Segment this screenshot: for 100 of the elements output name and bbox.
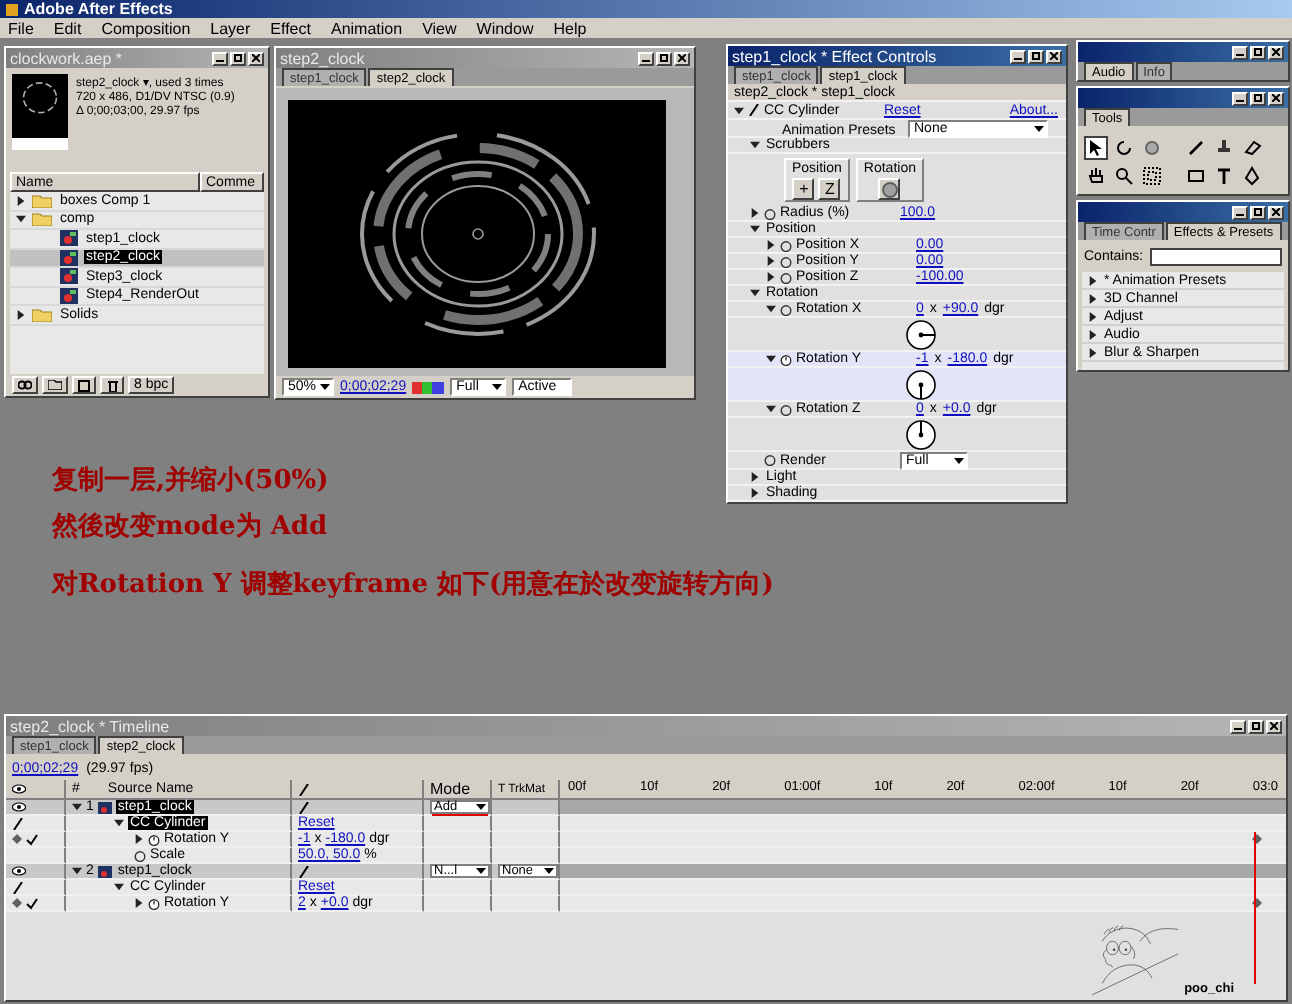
find-button[interactable] bbox=[12, 376, 38, 394]
disclosure-triangle[interactable] bbox=[734, 105, 744, 115]
stopwatch-icon[interactable] bbox=[780, 403, 792, 415]
eye-icon[interactable] bbox=[12, 784, 26, 794]
stopwatch-icon[interactable] bbox=[764, 454, 776, 466]
text-icon bbox=[1214, 166, 1234, 186]
menu-item[interactable]: Window bbox=[476, 19, 534, 37]
menu-item[interactable]: Animation bbox=[330, 19, 403, 37]
checkmark-icon[interactable] bbox=[26, 897, 38, 909]
menu-item[interactable]: Layer bbox=[210, 19, 251, 37]
scrubber-key[interactable]: + bbox=[792, 178, 815, 200]
stopwatch-icon[interactable] bbox=[780, 255, 792, 267]
hand-icon bbox=[1086, 166, 1106, 186]
maximize-button[interactable] bbox=[1028, 49, 1044, 63]
stopwatch-active-icon[interactable] bbox=[148, 897, 160, 909]
minimize-button[interactable] bbox=[1230, 719, 1246, 733]
brush-tool[interactable] bbox=[1184, 136, 1208, 160]
maximize-button[interactable] bbox=[656, 51, 672, 65]
close-button[interactable] bbox=[1268, 91, 1284, 105]
color-channels-icon[interactable] bbox=[412, 381, 445, 393]
checkmark-icon[interactable] bbox=[26, 833, 38, 845]
stopwatch-icon[interactable] bbox=[780, 239, 792, 251]
maximize-button[interactable] bbox=[1250, 205, 1266, 219]
new-folder-button[interactable] bbox=[42, 376, 68, 394]
composition-icon bbox=[60, 268, 78, 285]
caret-icon bbox=[476, 868, 486, 874]
close-button[interactable] bbox=[1268, 205, 1284, 219]
disclosure-triangle[interactable] bbox=[766, 404, 776, 414]
close-button[interactable] bbox=[248, 51, 264, 65]
disclosure-triangle[interactable] bbox=[766, 272, 776, 282]
disclosure-triangle[interactable] bbox=[766, 240, 776, 250]
eye-icon[interactable] bbox=[12, 802, 26, 812]
menu-item[interactable]: File bbox=[8, 19, 34, 37]
effect-switch-icon[interactable] bbox=[12, 881, 24, 893]
stopwatch-active-icon[interactable] bbox=[780, 353, 792, 365]
zoom-icon bbox=[1114, 166, 1134, 186]
annotation-text: 对Rotation Y 调整keyframe 如下(用意在於改变旋转方向) bbox=[52, 568, 774, 602]
zoom-tool[interactable] bbox=[1112, 164, 1136, 188]
disclosure-triangle[interactable] bbox=[750, 472, 760, 482]
scrubber-key[interactable]: Z bbox=[818, 178, 841, 200]
arrow-tool[interactable] bbox=[1084, 136, 1108, 160]
pen-tool[interactable] bbox=[1240, 164, 1264, 188]
stopwatch-icon[interactable] bbox=[134, 849, 146, 861]
disclosure-triangle[interactable] bbox=[16, 214, 26, 225]
maximize-button[interactable] bbox=[1250, 91, 1266, 105]
delete-button[interactable] bbox=[100, 376, 124, 394]
disclosure-triangle[interactable] bbox=[16, 195, 26, 206]
rectangle-tool[interactable] bbox=[1184, 164, 1208, 188]
text-tool[interactable] bbox=[1212, 164, 1236, 188]
disclosure-triangle[interactable] bbox=[750, 224, 760, 234]
menu-item[interactable]: Edit bbox=[53, 19, 82, 37]
rotate-tool[interactable] bbox=[1112, 136, 1136, 160]
angle-dial[interactable] bbox=[906, 319, 936, 349]
minimize-button[interactable] bbox=[1232, 45, 1248, 59]
stopwatch-icon[interactable] bbox=[764, 207, 776, 219]
close-button[interactable] bbox=[1046, 49, 1062, 63]
menu-item[interactable]: Help bbox=[553, 19, 587, 37]
stopwatch-active-icon[interactable] bbox=[148, 833, 160, 845]
disclosure-triangle[interactable] bbox=[750, 488, 760, 498]
close-button[interactable] bbox=[1266, 719, 1282, 733]
effect-switch-icon[interactable] bbox=[298, 865, 310, 877]
minimize-button[interactable] bbox=[1010, 49, 1026, 63]
maximize-button[interactable] bbox=[230, 51, 246, 65]
minimize-button[interactable] bbox=[638, 51, 654, 65]
arrow-icon bbox=[1086, 138, 1106, 158]
eye-icon[interactable] bbox=[12, 866, 26, 876]
disclosure-triangle[interactable] bbox=[750, 288, 760, 298]
rotation-scrubber[interactable] bbox=[878, 178, 901, 200]
effect-switch-icon[interactable] bbox=[748, 104, 760, 116]
hand-tool[interactable] bbox=[1084, 164, 1108, 188]
disclosure-triangle[interactable] bbox=[766, 256, 776, 266]
maximize-button[interactable] bbox=[1248, 719, 1264, 733]
disclosure-triangle[interactable] bbox=[72, 802, 82, 812]
stopwatch-icon[interactable] bbox=[780, 303, 792, 315]
minimize-button[interactable] bbox=[1232, 205, 1248, 219]
maximize-button[interactable] bbox=[1250, 45, 1266, 59]
search-field[interactable] bbox=[1149, 248, 1282, 266]
close-button[interactable] bbox=[1268, 45, 1284, 59]
menu-item[interactable]: Composition bbox=[101, 19, 191, 37]
angle-dial[interactable] bbox=[906, 419, 936, 449]
close-button[interactable] bbox=[674, 51, 690, 65]
minimize-button[interactable] bbox=[212, 51, 228, 65]
eraser-tool[interactable] bbox=[1240, 136, 1264, 160]
minimize-button[interactable] bbox=[1232, 91, 1248, 105]
menu-item[interactable]: View bbox=[422, 19, 457, 37]
pen-icon bbox=[1242, 166, 1262, 186]
menu-item[interactable]: Effect bbox=[270, 19, 311, 37]
disclosure-triangle[interactable] bbox=[72, 866, 82, 876]
stopwatch-icon[interactable] bbox=[780, 271, 792, 283]
eraser-icon bbox=[1242, 138, 1262, 158]
effect-switch-icon[interactable] bbox=[12, 817, 24, 829]
new-composition-button[interactable] bbox=[72, 376, 96, 394]
disclosure-triangle[interactable] bbox=[16, 309, 26, 320]
disclosure-triangle[interactable] bbox=[750, 208, 760, 218]
disclosure-triangle[interactable] bbox=[766, 304, 776, 314]
disclosure-triangle[interactable] bbox=[766, 354, 776, 364]
column-header[interactable]: Mode bbox=[424, 780, 492, 800]
angle-dial[interactable] bbox=[906, 369, 936, 399]
disclosure-triangle[interactable] bbox=[750, 140, 760, 150]
maximize-icon bbox=[234, 54, 242, 62]
